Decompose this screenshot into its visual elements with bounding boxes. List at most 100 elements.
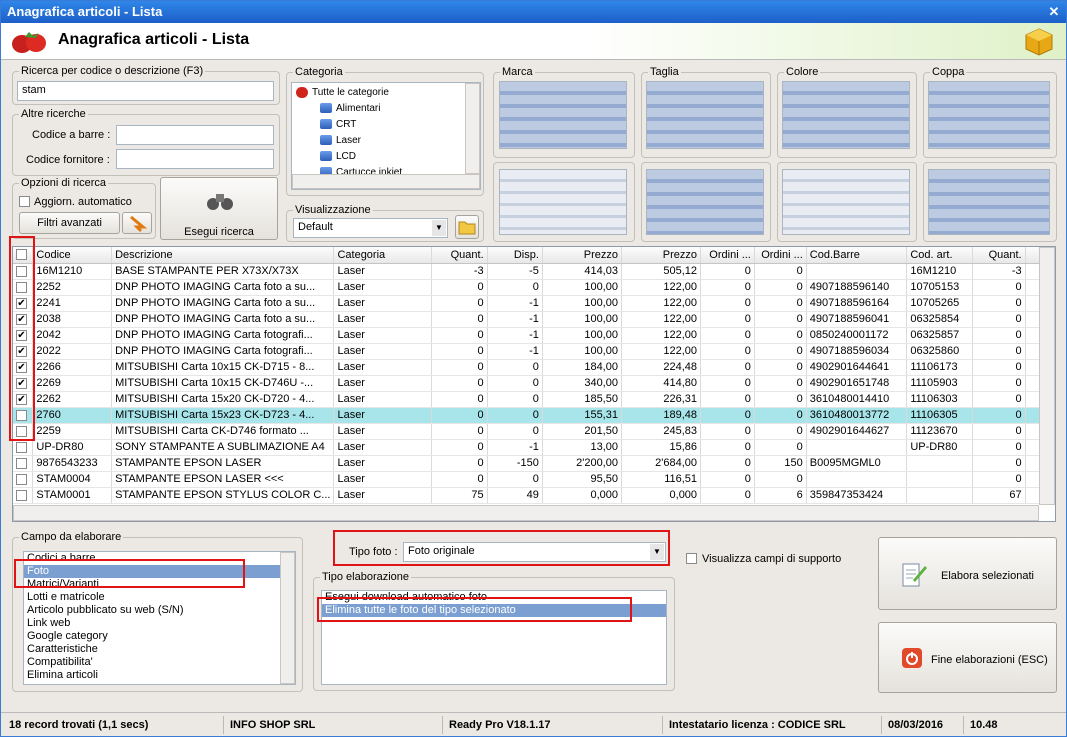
table-cell: Laser <box>333 327 433 344</box>
end-processing-button[interactable]: Fine elaborazioni (ESC) <box>878 622 1057 693</box>
row-select-cell[interactable] <box>13 439 34 456</box>
campo-list-item[interactable]: Caratteristiche <box>24 643 295 656</box>
grid-hscrollbar[interactable] <box>13 505 1039 521</box>
run-search-button[interactable]: Esegui ricerca <box>160 177 278 240</box>
table-cell: 0 <box>972 407 1026 424</box>
marca-list[interactable] <box>499 81 627 149</box>
table-cell: MITSUBISHI Carta 10x15 CK-D715 - 8... <box>111 359 335 376</box>
tipo-foto-value: Foto originale <box>408 545 475 557</box>
campo-list-item[interactable]: Compatibilita' <box>24 656 295 669</box>
category-item-lcd[interactable]: LCD <box>320 151 356 162</box>
table-row[interactable]: ✔ 2022 DNP PHOTO IMAGING Carta fotografi..… <box>13 343 1055 360</box>
auto-update-checkbox[interactable] <box>19 196 30 207</box>
table-row[interactable]: STAM0001 STAMPANTE EPSON STYLUS COLOR C..… <box>13 487 1055 504</box>
table-cell: 2022 <box>32 343 113 360</box>
column-header[interactable]: Categoria <box>333 247 433 264</box>
articles-grid[interactable]: Codice Descrizione Categoria Quant. Disp. Pre… <box>12 246 1056 522</box>
table-row[interactable]: STAM0004 STAMPANTE EPSON LASER <<< Laser 0 0… <box>13 471 1055 488</box>
table-row[interactable]: ✔ 2241 DNP PHOTO IMAGING Carta foto a su..… <box>13 295 1055 312</box>
taglia-list[interactable] <box>646 81 764 149</box>
category-item-crt[interactable]: CRT <box>320 119 356 130</box>
table-row[interactable]: ✔ 2266 MITSUBISHI Carta 10x15 CK-D715 - 8.… <box>13 359 1055 376</box>
barcode-input[interactable] <box>116 125 274 145</box>
table-row[interactable]: UP-DR80 SONY STAMPANTE A SUBLIMAZIONE A4 L… <box>13 439 1055 456</box>
table-cell: 0 <box>431 311 488 328</box>
table-cell: 0 <box>431 343 488 360</box>
table-cell: 9876543233 <box>32 455 113 472</box>
column-header[interactable]: Codice <box>32 247 113 264</box>
category-vscrollbar[interactable] <box>465 83 480 174</box>
column-header[interactable]: Prezzo <box>621 247 702 264</box>
column-header[interactable]: Prezzo <box>542 247 622 264</box>
table-cell: 0 <box>972 295 1026 312</box>
colore-list[interactable] <box>782 81 910 149</box>
campo-list-item[interactable]: Elimina articoli <box>24 669 295 682</box>
coppa-label: Coppa <box>930 66 967 78</box>
column-header[interactable]: Quant. <box>972 247 1026 264</box>
column-header[interactable]: Disp. <box>487 247 543 264</box>
row-select-cell[interactable] <box>13 487 34 504</box>
column-header[interactable]: Ordini ... <box>754 247 807 264</box>
table-cell: Laser <box>333 263 433 280</box>
grid-vscrollbar[interactable] <box>1039 247 1055 505</box>
status-date: 08/03/2016 <box>882 716 964 734</box>
table-cell: -3 <box>431 263 488 280</box>
filter-arrow-button[interactable] <box>122 212 152 234</box>
campo-list-item[interactable]: Google category <box>24 630 295 643</box>
table-row[interactable]: ✔ 2038 DNP PHOTO IMAGING Carta foto a su..… <box>13 311 1055 328</box>
table-row[interactable]: 2760 MITSUBISHI Carta 15x23 CK-D723 - 4..… <box>13 407 1055 424</box>
filter-list-5[interactable] <box>499 169 627 235</box>
category-item-alimentari[interactable]: Alimentari <box>320 103 380 114</box>
table-row[interactable]: ✔ 2042 DNP PHOTO IMAGING Carta fotografi..… <box>13 327 1055 344</box>
category-item-laser[interactable]: Laser <box>320 135 361 146</box>
row-checkbox[interactable] <box>16 441 27 453</box>
table-cell <box>906 455 974 472</box>
column-header[interactable]: Descrizione <box>111 247 335 264</box>
table-row[interactable]: 2252 DNP PHOTO IMAGING Carta foto a su...… <box>13 279 1055 296</box>
campo-list-item[interactable]: Link web <box>24 617 295 630</box>
table-cell: 2269 <box>32 375 113 392</box>
table-cell: Laser <box>333 487 433 504</box>
search-input[interactable]: stam <box>17 81 274 101</box>
table-row[interactable]: ✔ 2262 MITSUBISHI Carta 15x20 CK-D720 - 4.… <box>13 391 1055 408</box>
column-header[interactable]: Cod. art. <box>906 247 974 264</box>
chevron-down-icon[interactable]: ▼ <box>432 220 446 236</box>
process-selected-button[interactable]: Elabora selezionati <box>878 537 1057 610</box>
table-cell: 0 <box>754 391 807 408</box>
row-select-cell[interactable] <box>13 455 34 472</box>
table-cell: 0 <box>700 359 755 376</box>
row-select-cell[interactable] <box>13 471 34 488</box>
open-folder-button[interactable] <box>455 215 479 239</box>
support-fields-checkbox[interactable] <box>686 553 697 564</box>
column-header[interactable]: Ordini ... <box>700 247 755 264</box>
column-header[interactable]: Cod.Barre <box>806 247 908 264</box>
table-cell: 224,48 <box>621 359 702 376</box>
close-icon[interactable]: ✕ <box>1046 4 1062 19</box>
table-row[interactable]: 9876543233 STAMPANTE EPSON LASER Laser 0 -15… <box>13 455 1055 472</box>
filter-list-6[interactable] <box>646 169 764 235</box>
table-cell: STAMPANTE EPSON STYLUS COLOR C... <box>111 487 335 504</box>
campo-list-item[interactable]: Lotti e matricole <box>24 591 295 604</box>
view-select[interactable]: Default ▼ <box>293 218 448 238</box>
chevron-down-icon[interactable]: ▼ <box>650 544 664 560</box>
supplier-code-input[interactable] <box>116 149 274 169</box>
row-checkbox[interactable] <box>16 457 27 469</box>
row-checkbox[interactable] <box>16 489 27 501</box>
category-icon <box>320 103 332 114</box>
table-row[interactable]: 16M1210 BASE STAMPANTE PER X73X/X73X Laser… <box>13 263 1055 280</box>
campo-list-item[interactable]: Articolo pubblicato su web (S/N) <box>24 604 295 617</box>
filter-list-8[interactable] <box>928 169 1050 235</box>
table-row[interactable]: 2259 MITSUBISHI Carta CK-D746 formato ...… <box>13 423 1055 440</box>
category-item-all[interactable]: Tutte le categorie <box>296 87 389 98</box>
table-cell: 0,000 <box>542 487 622 504</box>
row-checkbox[interactable] <box>16 473 27 485</box>
tipo-foto-select[interactable]: Foto originale ▼ <box>403 542 666 562</box>
table-row[interactable]: ✔ 2269 MITSUBISHI Carta 10x15 CK-D746U -..… <box>13 375 1055 392</box>
advanced-filters-button[interactable]: Filtri avanzati <box>19 212 120 234</box>
filter-list-7[interactable] <box>782 169 910 235</box>
category-tree[interactable]: Tutte le categorie Alimentari CRT Laser … <box>291 82 481 190</box>
campo-scrollbar[interactable] <box>280 552 295 684</box>
coppa-list[interactable] <box>928 81 1050 149</box>
column-header[interactable]: Quant. <box>431 247 488 264</box>
category-hscrollbar[interactable] <box>292 174 480 189</box>
